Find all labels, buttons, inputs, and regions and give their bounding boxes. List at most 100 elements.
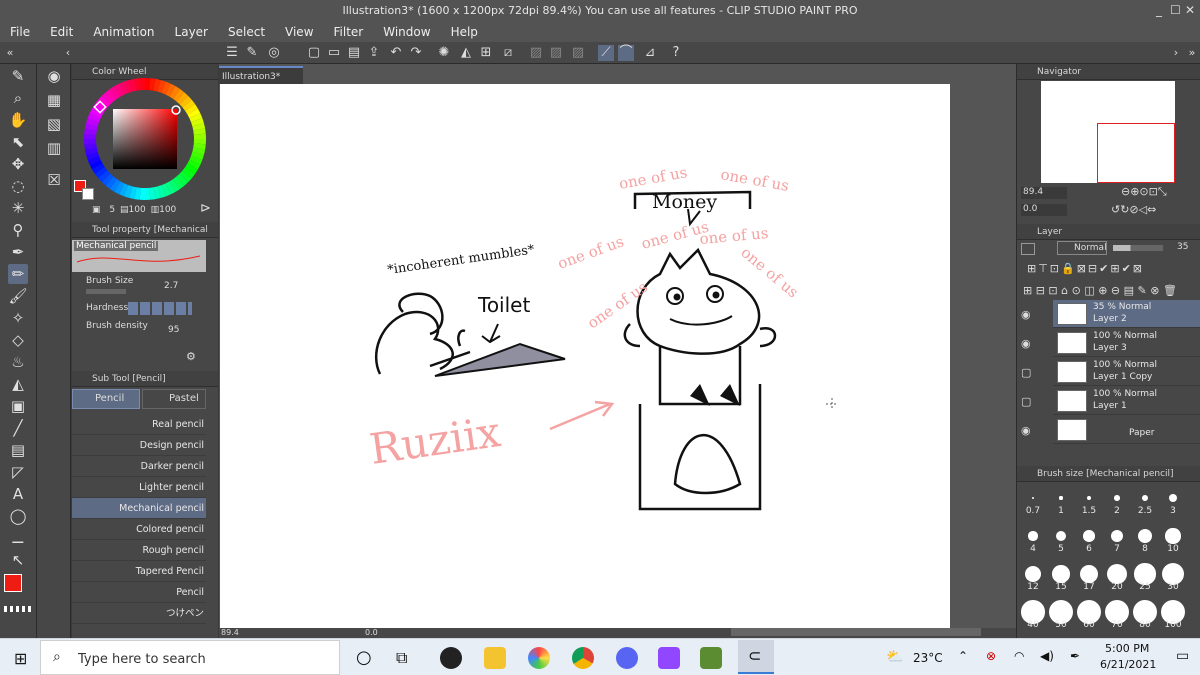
transparent-color-icon[interactable]: [4, 606, 32, 612]
search-box[interactable]: ⌕ Type here to search: [40, 640, 340, 675]
minimize-button[interactable]: _: [1156, 3, 1162, 17]
eraser-icon[interactable]: ◇: [8, 330, 28, 350]
clip-studio-icon[interactable]: ⊂: [738, 640, 774, 674]
pencil-tool-icon[interactable]: ✏: [8, 264, 28, 284]
main-color-swatch[interactable]: [4, 574, 22, 592]
tab-pencil[interactable]: Pencil: [72, 389, 140, 409]
status-angle[interactable]: 0.0: [365, 628, 378, 637]
volume-icon[interactable]: ◀): [1040, 649, 1054, 663]
brush-size-dot[interactable]: [1052, 565, 1070, 583]
navigator-viewport[interactable]: [1097, 123, 1175, 183]
operation-tool-icon[interactable]: ⬉: [8, 132, 28, 152]
intermediate-color-icon[interactable]: ▧: [44, 114, 64, 134]
brush-size-dot[interactable]: [1165, 528, 1181, 544]
ruler3-icon[interactable]: ▨: [570, 45, 586, 61]
visibility-eye-icon[interactable]: ▢: [1021, 395, 1031, 408]
brush-size-dot[interactable]: [1169, 494, 1177, 502]
blend-mode-select[interactable]: Normal: [1057, 241, 1107, 255]
notifications-icon[interactable]: ▭: [1176, 648, 1189, 664]
frame-icon[interactable]: ▤: [8, 440, 28, 460]
horizontal-scrollbar[interactable]: [731, 628, 981, 636]
new-file-icon[interactable]: ▢: [306, 45, 322, 61]
density-value[interactable]: 95: [168, 325, 179, 335]
file-explorer-icon[interactable]: [484, 647, 506, 669]
ruler-tool-icon[interactable]: ◸: [8, 462, 28, 482]
ruler-icon[interactable]: ▨: [528, 45, 544, 61]
sub-tool-item[interactable]: Lighter pencil: [72, 477, 206, 498]
layer-row[interactable]: 100 % Normal Layer 1 Copy: [1053, 358, 1200, 386]
layer-row[interactable]: Paper: [1053, 416, 1200, 444]
sub-tool-item[interactable]: Real pencil: [72, 414, 206, 435]
visibility-eye-icon[interactable]: ◉: [1021, 308, 1031, 321]
brush-size-dot[interactable]: [1141, 494, 1149, 502]
taskbar-app-1-icon[interactable]: [440, 647, 462, 669]
sub-tool-item[interactable]: Colored pencil: [72, 519, 206, 540]
sub-tool-item[interactable]: Mechanical pencil: [72, 498, 206, 519]
approximate-color-icon[interactable]: ▥: [44, 138, 64, 158]
tray-app-icon[interactable]: ⊗: [986, 649, 996, 663]
visibility-eye-icon[interactable]: ◉: [1021, 424, 1031, 437]
cortana-icon[interactable]: ○: [356, 647, 372, 668]
pointer-icon[interactable]: ↖: [8, 550, 28, 570]
snap-line-icon[interactable]: ⟋: [598, 45, 614, 61]
opacity-value[interactable]: 35: [1177, 242, 1188, 252]
brush-size-dot[interactable]: [1083, 530, 1095, 542]
settings-icon[interactable]: ⚙: [186, 350, 196, 363]
twitch-icon[interactable]: [658, 647, 680, 669]
brush-size-dot[interactable]: [1114, 495, 1120, 501]
opacity-slider[interactable]: [1113, 245, 1163, 251]
brush-size-dot[interactable]: [1028, 531, 1038, 541]
maximize-button[interactable]: ☐: [1170, 3, 1181, 17]
help-icon[interactable]: ?: [668, 45, 684, 61]
redo-icon[interactable]: ↷: [408, 45, 424, 61]
color-wheel-tab-icon[interactable]: ◉: [44, 66, 64, 86]
layer-actions-icon[interactable]: ⊞ ⊟ ⊡ ⌂ ⊙ ◫ ⊕ ⊖ ▤ ✎ ⊗ 🗑: [1023, 284, 1177, 297]
canvas-paper[interactable]: *incoherent mumbles* Toilet Money Ruziix…: [220, 84, 950, 628]
brush-size-dot[interactable]: [1138, 529, 1152, 543]
magic-wand-icon[interactable]: ✳: [8, 198, 28, 218]
app-icon[interactable]: [528, 647, 550, 669]
status-zoom[interactable]: 89.4: [221, 628, 239, 637]
close-button[interactable]: ✕: [1185, 3, 1195, 17]
menu-view[interactable]: View: [275, 25, 323, 39]
tab-pastel[interactable]: Pastel: [142, 389, 206, 409]
swirl-icon[interactable]: ◎: [266, 45, 282, 61]
brush-tool-icon[interactable]: 🖌: [8, 286, 28, 306]
blend-tool-icon[interactable]: ♨: [8, 352, 28, 372]
correct-line-icon[interactable]: ⚊: [8, 528, 28, 548]
balloon-icon[interactable]: ◯: [8, 506, 28, 526]
visibility-eye-icon[interactable]: ▢: [1021, 366, 1031, 379]
menu-window[interactable]: Window: [373, 25, 440, 39]
brush-size-dot[interactable]: [1086, 495, 1092, 501]
crop-icon[interactable]: ⧄: [500, 45, 516, 61]
menu-animation[interactable]: Animation: [83, 25, 164, 39]
brush-size-dot[interactable]: [1107, 564, 1127, 584]
export-icon[interactable]: ⇪: [366, 45, 382, 61]
discord-icon[interactable]: [616, 647, 638, 669]
color-wheel[interactable]: [82, 76, 208, 202]
color-history-icon[interactable]: ☒: [44, 170, 64, 190]
fill-icon[interactable]: ◭: [458, 45, 474, 61]
collapse-right-icon[interactable]: »: [1184, 45, 1200, 61]
brush-size-slider[interactable]: [86, 289, 126, 294]
navigator-angle[interactable]: 0.0: [1021, 204, 1067, 216]
chrome-icon[interactable]: [572, 647, 594, 669]
menu-help[interactable]: Help: [441, 25, 488, 39]
ruler2-icon[interactable]: ▨: [548, 45, 564, 61]
sub-tool-item[interactable]: Rough pencil: [72, 540, 206, 561]
zoom-controls-icon[interactable]: ⊖⊕⊙⊡⤡: [1121, 185, 1167, 199]
pen-nib-icon[interactable]: ✒: [8, 242, 28, 262]
pen-tool-icon[interactable]: ✎: [8, 66, 28, 86]
menu-edit[interactable]: Edit: [40, 25, 83, 39]
hardness-slider[interactable]: [128, 302, 192, 315]
color-mode-icon[interactable]: ⊳: [200, 201, 211, 216]
brush-size-dot[interactable]: [1032, 497, 1034, 499]
chevron-left-icon[interactable]: ‹: [60, 45, 76, 61]
text-tool-icon[interactable]: A: [8, 484, 28, 504]
brush-size-value[interactable]: 2.7: [164, 281, 178, 291]
save-icon[interactable]: ▤: [346, 45, 362, 61]
airbrush-icon[interactable]: ✧: [8, 308, 28, 328]
snap-curve-icon[interactable]: ⌒: [618, 45, 634, 61]
brush-size-dot[interactable]: [1055, 530, 1067, 542]
undo-icon[interactable]: ↶: [388, 45, 404, 61]
